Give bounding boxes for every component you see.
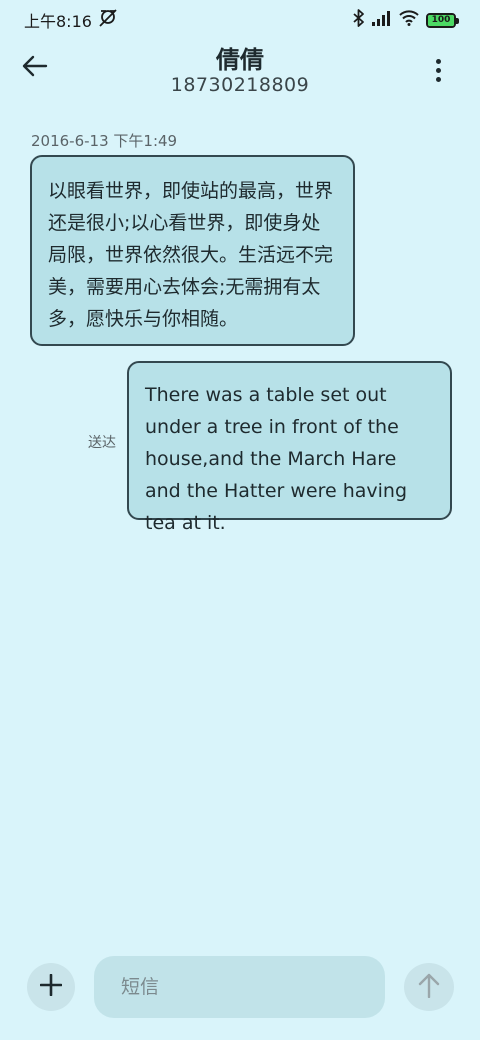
more-dot-1 [435, 58, 441, 64]
sent-message-bubble[interactable]: There was a table set out under a tree i… [127, 361, 452, 534]
message-timestamp: 2016-6-13 下午1:49 [31, 132, 178, 150]
status-time: 上午8:16 [24, 12, 92, 31]
battery-level: 100 [428, 14, 454, 26]
message-composer [0, 950, 480, 1026]
status-left: 上午8:16 [24, 8, 118, 32]
signal-icon [372, 10, 392, 30]
status-right: 100 [353, 9, 459, 31]
conversation-header: 倩倩 18730218809 [0, 40, 480, 102]
contact-name: 倩倩 [216, 46, 264, 74]
send-button[interactable] [404, 963, 454, 1011]
delivery-status: 送达 [88, 435, 116, 451]
status-bar: 上午8:16 100 [0, 0, 480, 40]
plus-icon [39, 973, 63, 1000]
message-input[interactable] [94, 956, 385, 1018]
contact-number: 18730218809 [170, 74, 310, 96]
more-vert-icon[interactable] [426, 54, 450, 86]
battery-icon: 100 [426, 12, 459, 28]
bluetooth-icon [353, 9, 365, 31]
add-attachment-button[interactable] [27, 963, 75, 1011]
more-dot-3 [435, 76, 441, 82]
send-arrow-icon [418, 972, 440, 1002]
more-dot-2 [435, 67, 441, 73]
wifi-icon [399, 10, 419, 30]
alarm-off-icon [98, 8, 118, 32]
received-message-bubble[interactable]: 以眼看世界，即使站的最高，世界还是很小;以心看世界，即使身处局限，世界依然很大。… [30, 155, 355, 346]
messaging-screen: 上午8:16 100 倩倩 18730218809 2016-6-13 下午1:… [0, 0, 480, 1040]
